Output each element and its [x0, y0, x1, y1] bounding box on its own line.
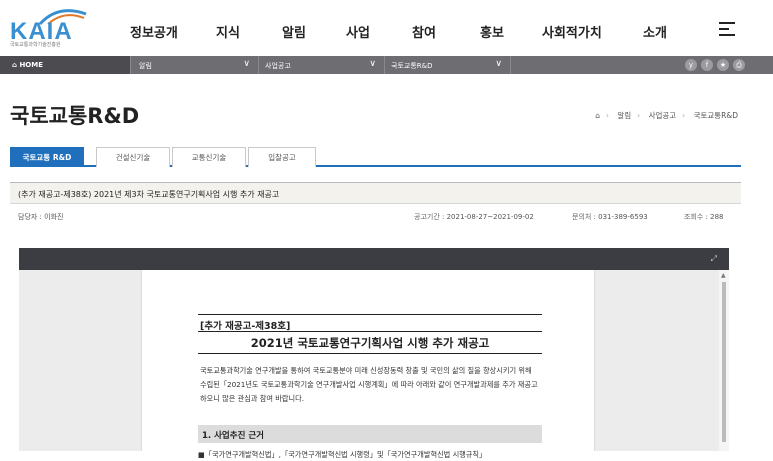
chevron-down-icon: ∨ [369, 59, 376, 69]
notice-contact: 문의처 : 031-389-6593 [572, 213, 648, 221]
tab-bid-notice[interactable]: 입찰공고 [248, 147, 316, 167]
favorite-icon[interactable]: ★ [717, 59, 729, 71]
document-body: 국토교통과학기술 연구개발을 통하여 국토교통분야 미래 신성장동력 창출 및 … [200, 366, 538, 403]
tab-transport-tech[interactable]: 교통신기술 [172, 147, 246, 167]
page-breadcrumb: ⌂ › 알림 › 사업공고 › 국토교통R&D [595, 111, 738, 120]
menu-about[interactable]: 소개 [643, 22, 667, 41]
menu-knowledge[interactable]: 지식 [216, 22, 240, 41]
viewer-toolbar: ⤢ [19, 248, 729, 270]
tab-construction-tech[interactable]: 건설신기술 [96, 147, 170, 167]
notice-views: 조회수 : 288 [684, 213, 724, 221]
scroll-up-icon[interactable]: ▲ [721, 272, 726, 279]
divider [198, 314, 542, 315]
facebook-icon[interactable]: f [701, 59, 713, 71]
breadcrumb-home[interactable]: ⌂ HOME [0, 56, 130, 74]
menu-business[interactable]: 사업 [346, 22, 370, 41]
menu-info-disclosure[interactable]: 정보공개 [130, 22, 178, 41]
notice-period: 공고기간 : 2021-08-27~2021-09-02 [414, 213, 534, 221]
chevron-down-icon: ∨ [495, 59, 502, 69]
breadcrumb-bar: ⌂ HOME 알림 ∨ 사업공고 ∨ 국토교통R&D ∨ y f ★ ⎙ [0, 56, 773, 74]
breadcrumb-dropdown-notice[interactable]: 알림 ∨ [130, 56, 258, 74]
page-title: 국토교통R&D [10, 104, 140, 128]
crumb-notice[interactable]: 알림 [617, 111, 631, 120]
tab-bar: 국토교통 R&D 건설신기술 교통신기술 입찰공고 [10, 147, 741, 167]
print-icon[interactable]: ⎙ [733, 59, 745, 71]
scrollbar-thumb[interactable] [722, 282, 726, 442]
breadcrumb-dropdown-business[interactable]: 사업공고 ∨ [258, 56, 384, 74]
document-section-heading: 1. 사업추진 근거 [198, 425, 542, 443]
notice-title: (추가 재공고-제38호) 2021년 제3차 국토교통연구기획사업 시행 추가… [10, 182, 741, 204]
top-navigation: KAIA 국토교통과학기술진흥원 정보공개 지식 알림 사업 참여 홍보 사회적… [0, 0, 773, 56]
crumb-rnd[interactable]: 국토교통R&D [694, 111, 738, 120]
hamburger-menu-icon[interactable] [719, 22, 735, 36]
menu-social-value[interactable]: 사회적가치 [542, 22, 602, 41]
breadcrumb-dropdown-rnd[interactable]: 국토교통R&D ∨ [384, 56, 510, 74]
document-page: [추가 재공고-제38호] 2021년 국토교통연구기획사업 시행 추가 재공고… [141, 270, 595, 459]
tab-rnd[interactable]: 국토교통 R&D [10, 147, 84, 167]
crumb-business[interactable]: 사업공고 [649, 111, 677, 120]
menu-participation[interactable]: 참여 [412, 22, 436, 41]
menu-pr[interactable]: 홍보 [480, 22, 504, 41]
breadcrumb-divider [510, 56, 511, 74]
document-viewer: ⤢ [추가 재공고-제38호] 2021년 국토교통연구기획사업 시행 추가 재… [19, 248, 729, 459]
kaia-logo[interactable]: KAIA 국토교통과학기술진흥원 [10, 6, 120, 50]
viewer-scrollbar[interactable]: ▲ [719, 270, 729, 451]
notice-manager: 담당자 : 이화진 [18, 213, 64, 221]
document-header: [추가 재공고-제38호] [200, 321, 291, 332]
fullscreen-icon[interactable]: ⤢ [711, 254, 717, 264]
divider [198, 353, 542, 354]
menu-notice[interactable]: 알림 [282, 22, 306, 41]
divider [198, 331, 542, 332]
home-icon[interactable]: ⌂ [595, 111, 600, 120]
logo-subtitle: 국토교통과학기술진흥원 [10, 42, 61, 48]
document-title: 2021년 국토교통연구기획사업 시행 추가 재공고 [250, 336, 490, 350]
youtube-icon[interactable]: y [685, 59, 697, 71]
chevron-down-icon: ∨ [243, 59, 250, 69]
